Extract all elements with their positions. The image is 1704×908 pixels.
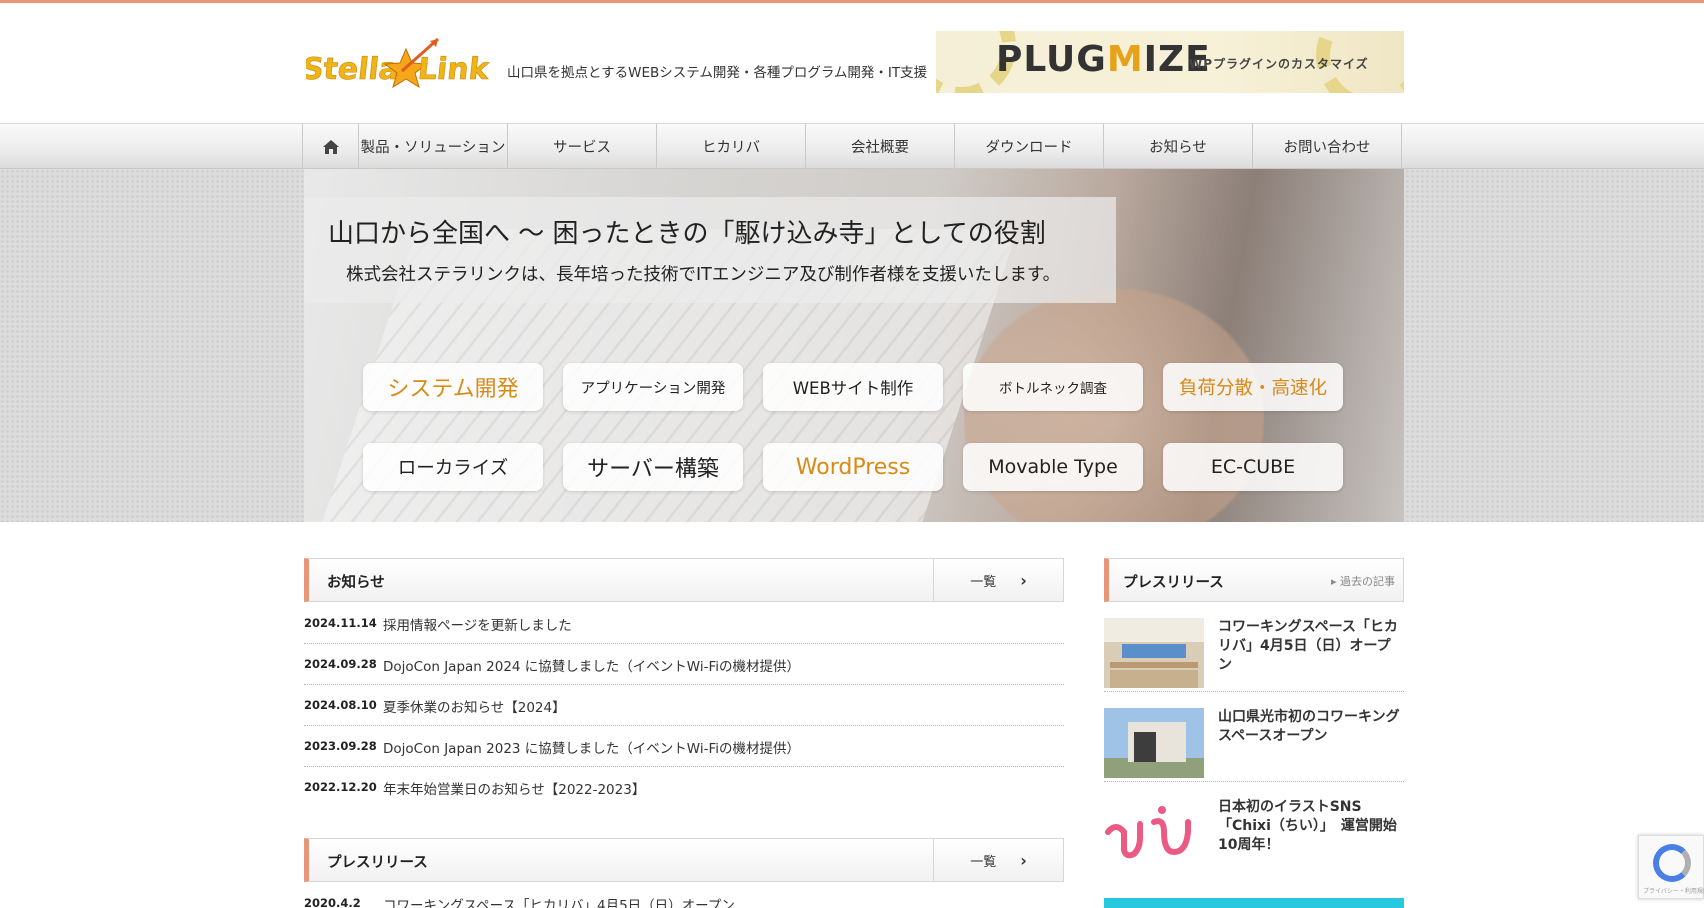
pill-app-dev[interactable]: アプリケーション開発 — [563, 363, 743, 411]
news-date: 2024.09.28 — [304, 657, 377, 671]
news-item[interactable]: 2023.09.28 DojoCon Japan 2023 に協賛しました（イベ… — [304, 726, 1064, 767]
chevron-right-icon: › — [1020, 850, 1027, 870]
press-date: 2020.4.2 — [304, 896, 361, 908]
sidebar-press-title-text[interactable]: 日本初のイラストSNS「Chixi（ちい）」 運営開始10周年！ — [1218, 798, 1404, 855]
pill-server[interactable]: サーバー構築 — [563, 443, 743, 491]
pill-bottleneck[interactable]: ボトルネック調査 — [963, 363, 1143, 411]
news-text[interactable]: 採用情報ページを更新しました — [383, 614, 572, 634]
news-title: お知らせ — [327, 575, 385, 591]
pill-ec-cube[interactable]: EC-CUBE — [1163, 443, 1343, 491]
news-item[interactable]: 2024.09.28 DojoCon Japan 2024 に協賛しました（イベ… — [304, 644, 1064, 685]
news-text[interactable]: DojoCon Japan 2023 に協賛しました（イベントWi-Fiの機材提… — [383, 737, 800, 757]
site-logo[interactable]: Stella Link — [300, 31, 492, 101]
press-header: プレスリリース 一覧 › — [304, 838, 1064, 882]
global-nav: 製品・ソリューション サービス ヒカリバ 会社概要 ダウンロード お知らせ お問… — [302, 124, 1402, 169]
nav-contact[interactable]: お問い合わせ — [1253, 124, 1402, 169]
nav-company[interactable]: 会社概要 — [806, 124, 955, 169]
news-text[interactable]: DojoCon Japan 2024 に協賛しました（イベントWi-Fiの機材提… — [383, 655, 800, 675]
chixi-logo-thumbnail — [1104, 798, 1204, 868]
press-more-link[interactable]: 一覧 › — [933, 839, 1063, 881]
press-item[interactable]: 2020.4.2 コワーキングスペース「ヒカリバ」4月5日（日）オープン — [304, 883, 1064, 908]
sidebar-press-title-text[interactable]: 山口県光市初のコワーキングスペースオープン — [1218, 708, 1404, 746]
banner-subtitle: WPプラグインのカスタマイズ — [1189, 57, 1369, 71]
news-more-link[interactable]: 一覧 › — [933, 559, 1063, 601]
sidebar-press-title-text[interactable]: コワーキングスペース「ヒカリバ」4月5日（日）オープン — [1218, 618, 1404, 675]
hero-title: 山口から全国へ 〜 困ったときの「駆け込み寺」としての役割 — [328, 219, 1046, 249]
news-date: 2024.11.14 — [304, 616, 377, 630]
coworking-thumbnail — [1104, 618, 1204, 688]
global-nav-bar: 製品・ソリューション サービス ヒカリバ 会社概要 ダウンロード お知らせ お問… — [0, 123, 1704, 169]
site-header: Stella Link 山口県を拠点とするWEBシステム開発・各種プログラム開発… — [0, 3, 1704, 123]
news-item[interactable]: 2024.08.10 夏季休業のお知らせ【2024】 — [304, 685, 1064, 726]
nav-news[interactable]: お知らせ — [1104, 124, 1253, 169]
news-item[interactable]: 2022.12.20 年末年始営業日のお知らせ【2022-2023】 — [304, 767, 1064, 808]
nav-download[interactable]: ダウンロード — [955, 124, 1104, 169]
hero-section: 山口から全国へ 〜 困ったときの「駆け込み寺」としての役割 株式会社ステラリンク… — [304, 169, 1404, 522]
building-thumbnail — [1104, 708, 1204, 778]
nav-home[interactable] — [303, 124, 359, 169]
pill-wordpress[interactable]: WordPress — [763, 443, 943, 491]
sidebar-next-thumbnail — [1104, 898, 1404, 908]
news-date: 2022.12.20 — [304, 780, 377, 794]
recaptcha-icon — [1653, 844, 1691, 882]
nav-services[interactable]: サービス — [508, 124, 657, 169]
hero-subtitle: 株式会社ステラリンクは、長年培った技術でITエンジニア及び制作者様を支援いたしま… — [346, 265, 1061, 285]
news-text[interactable]: 夏季休業のお知らせ【2024】 — [383, 696, 566, 716]
banner-word: PLUGMIZE — [996, 39, 1211, 80]
nav-products[interactable]: 製品・ソリューション — [359, 124, 508, 169]
recaptcha-badge[interactable]: プライバシー・利用規約 — [1638, 835, 1704, 899]
recaptcha-links[interactable]: プライバシー・利用規約 — [1643, 886, 1704, 895]
sidebar-press-title: プレスリリース — [1123, 575, 1224, 591]
sidebar-press-header: プレスリリース ▸ 過去の記事 — [1104, 558, 1404, 602]
sidebar-past-articles-link[interactable]: ▸ 過去の記事 — [1331, 573, 1395, 589]
press-title: プレスリリース — [327, 855, 428, 871]
svg-text:Stella: Stella — [306, 52, 401, 87]
pill-system-dev[interactable]: システム開発 — [363, 363, 543, 411]
pill-movable-type[interactable]: Movable Type — [963, 443, 1143, 491]
sidebar-press-item[interactable]: 日本初のイラストSNS「Chixi（ちい）」 運営開始10周年！ — [1104, 790, 1404, 872]
site-tagline: 山口県を拠点とするWEBシステム開発・各種プログラム開発・IT支援 — [507, 65, 928, 81]
news-text[interactable]: 年末年始営業日のお知らせ【2022-2023】 — [383, 778, 645, 798]
plugmize-banner[interactable]: PLUGMIZE WPプラグインのカスタマイズ — [936, 31, 1404, 93]
sidebar-press-item[interactable]: 山口県光市初のコワーキングスペースオープン — [1104, 700, 1404, 782]
pill-localize[interactable]: ローカライズ — [363, 443, 543, 491]
pill-load-balance[interactable]: 負荷分散・高速化 — [1163, 363, 1343, 411]
news-date: 2024.08.10 — [304, 698, 377, 712]
svg-text:Link: Link — [416, 52, 490, 87]
sidebar-press-item[interactable]: コワーキングスペース「ヒカリバ」4月5日（日）オープン — [1104, 610, 1404, 692]
nav-hikariba[interactable]: ヒカリバ — [657, 124, 806, 169]
press-text[interactable]: コワーキングスペース「ヒカリバ」4月5日（日）オープン — [383, 894, 735, 908]
chevron-right-icon: › — [1020, 570, 1027, 590]
pill-web-site[interactable]: WEBサイト制作 — [763, 363, 943, 411]
news-date: 2023.09.28 — [304, 739, 377, 753]
news-header: お知らせ 一覧 › — [304, 558, 1064, 602]
news-item[interactable]: 2024.11.14 採用情報ページを更新しました — [304, 603, 1064, 644]
home-icon — [322, 139, 339, 154]
